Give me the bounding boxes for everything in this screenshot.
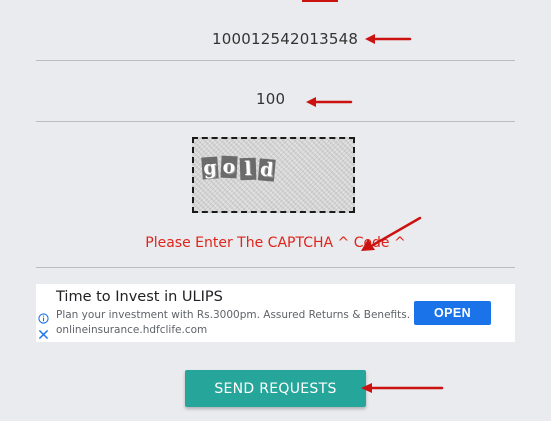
account-number-value: 100012542013548 [212, 30, 359, 48]
divider [36, 60, 515, 61]
ad-title[interactable]: Time to Invest in ULIPS [56, 289, 223, 305]
send-requests-button[interactable]: SEND REQUESTS [185, 370, 366, 407]
ad-banner[interactable]: Time to Invest in ULIPS Plan your invest… [36, 284, 515, 342]
info-icon[interactable] [38, 313, 49, 324]
annotation-arrow-account [365, 34, 412, 44]
amount-value: 100 [256, 90, 286, 108]
divider [36, 267, 515, 268]
captcha-char: l [239, 157, 257, 181]
captcha-char: g [201, 156, 219, 180]
captcha-text: g o l d [201, 155, 276, 182]
captcha-char: d [257, 158, 276, 182]
captcha-char: o [220, 155, 238, 179]
annotation-arrow-fragment [302, 0, 338, 2]
ad-url[interactable]: onlineinsurance.hdfclife.com [56, 324, 207, 336]
close-icon[interactable] [38, 329, 49, 340]
ad-description: Plan your investment with Rs.3000pm. Ass… [56, 309, 411, 321]
divider [36, 121, 515, 122]
annotation-arrow-captcha [361, 216, 422, 251]
captcha-image: g o l d [192, 137, 355, 213]
annotation-arrow-amount [306, 97, 353, 107]
annotation-arrow-send [361, 383, 444, 393]
captcha-error-message: Please Enter The CAPTCHA ^ Code ^ [145, 235, 406, 251]
ad-open-button[interactable]: OPEN [414, 301, 491, 325]
